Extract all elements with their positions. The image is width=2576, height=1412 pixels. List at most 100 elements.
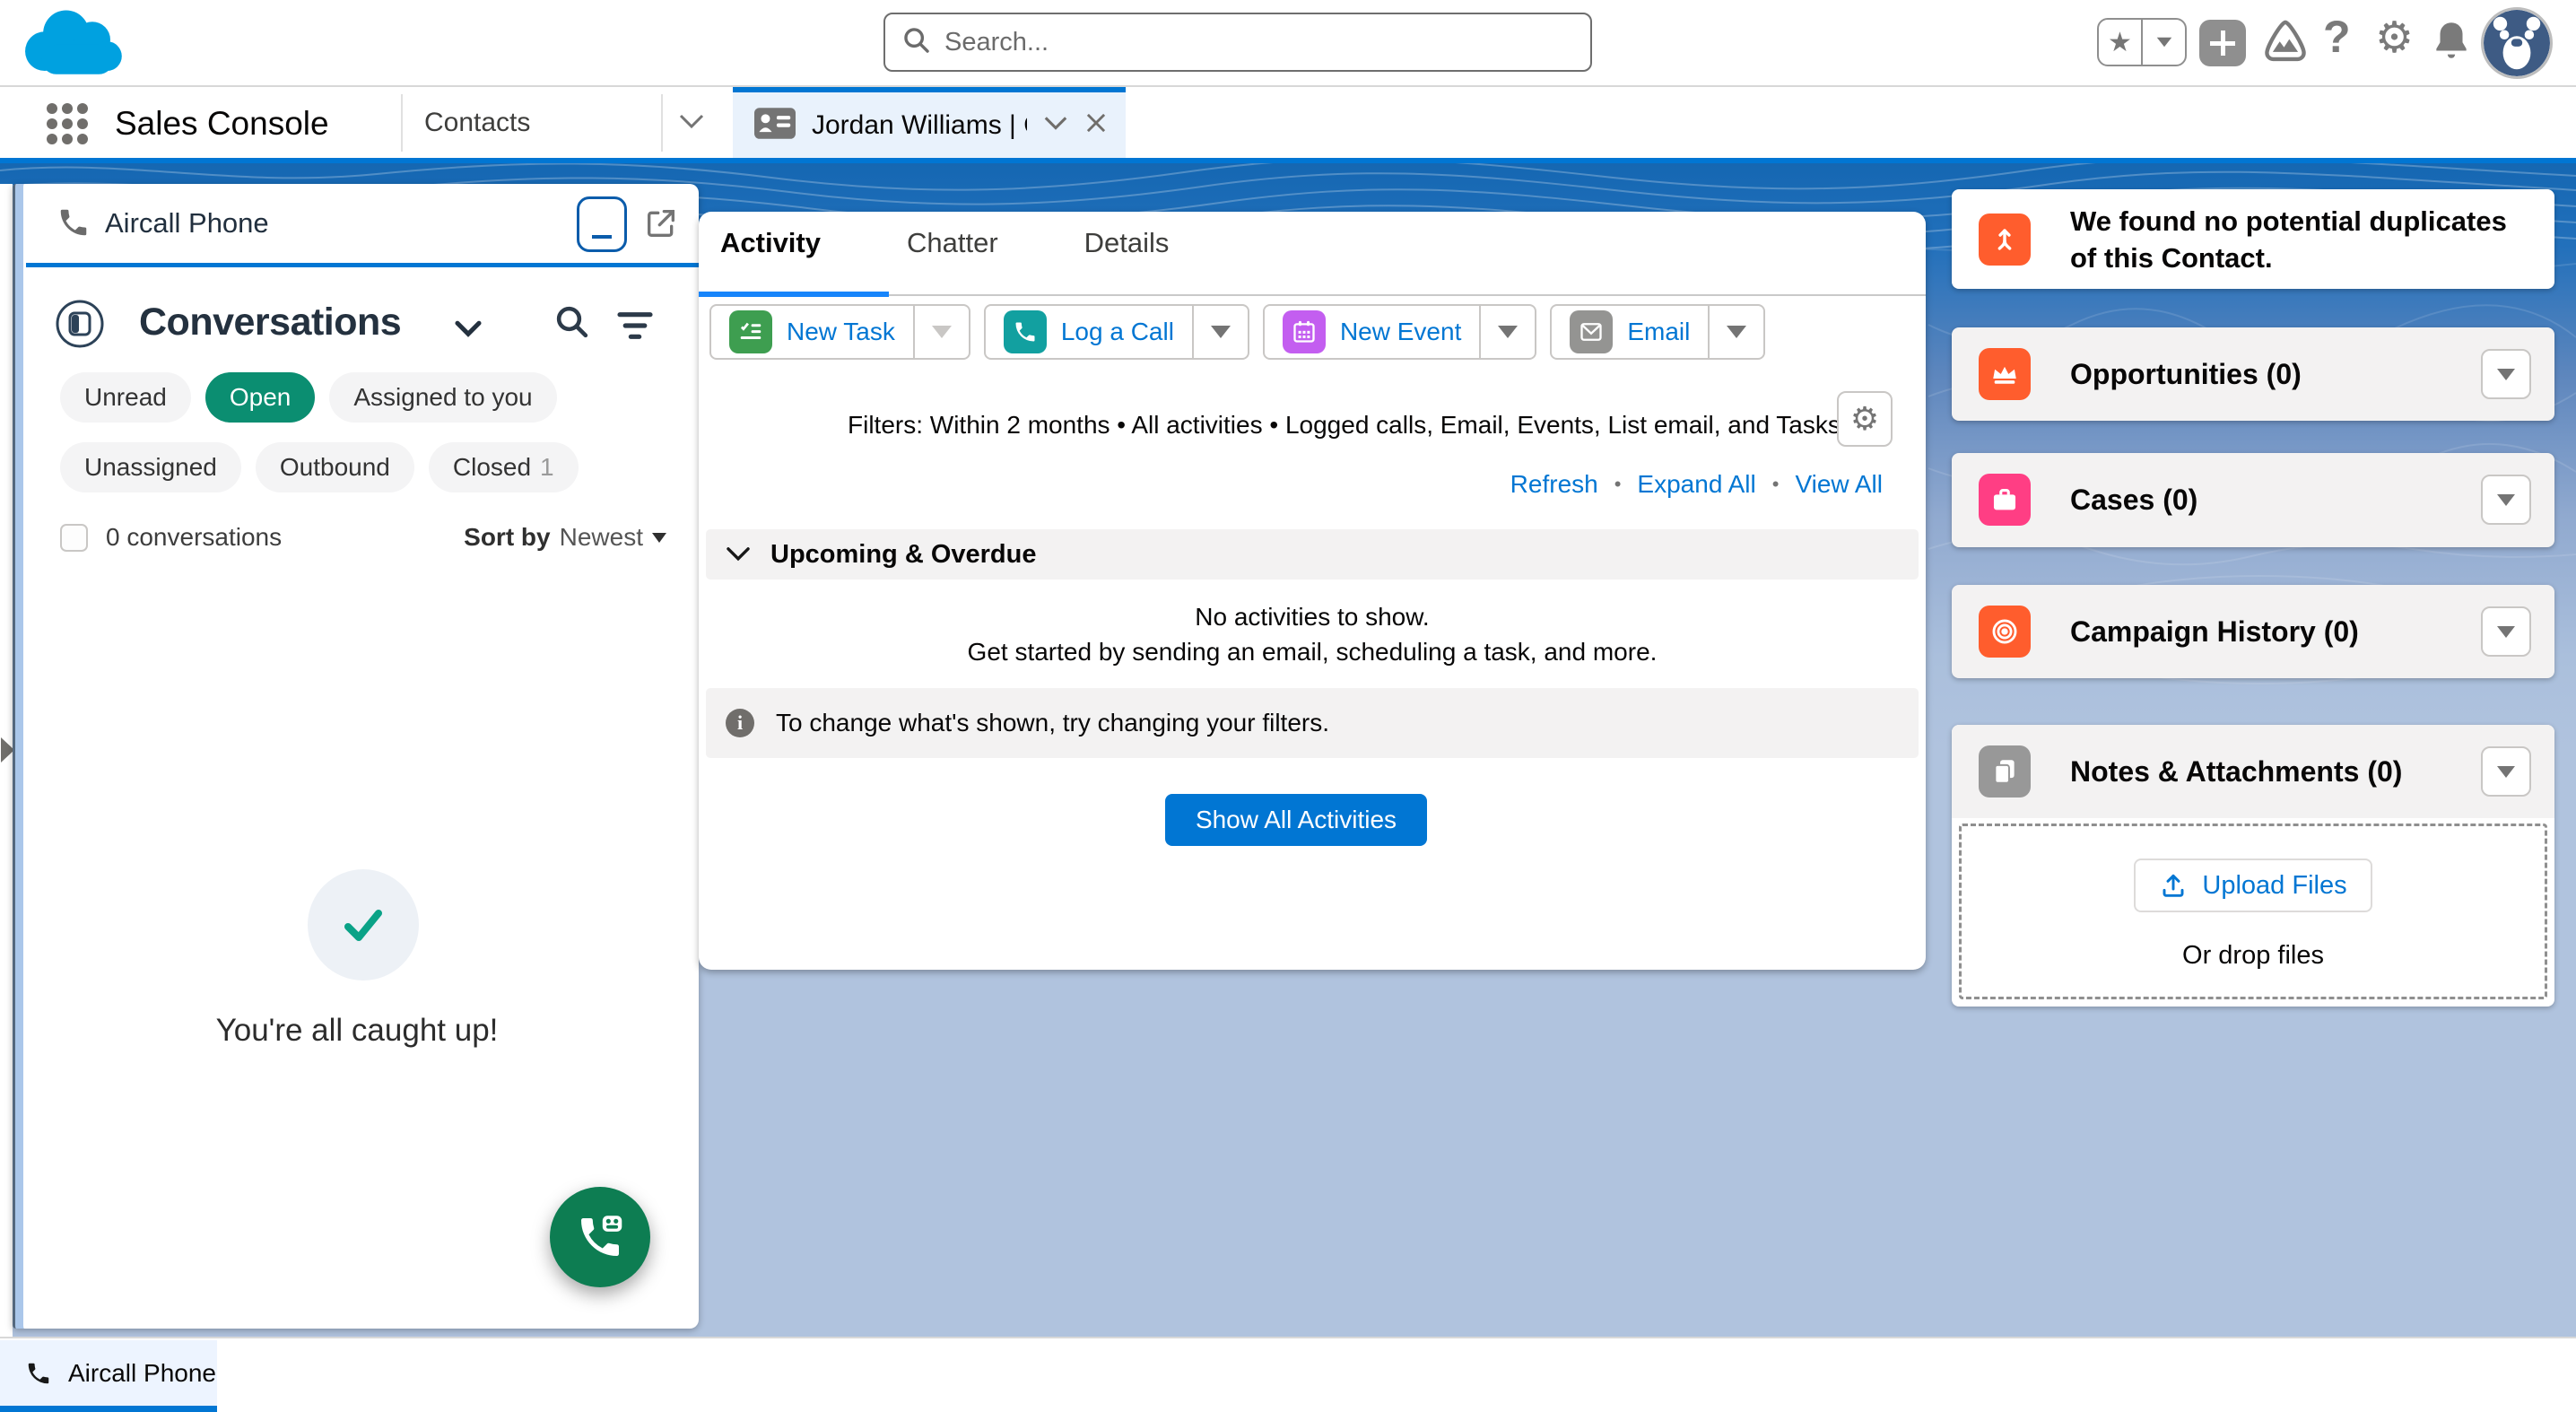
opportunities-dropdown-button[interactable] [2481,349,2531,399]
phone-icon [25,1360,52,1387]
tab-chevron-icon[interactable] [1043,115,1068,135]
conversation-search-icon[interactable] [553,303,591,345]
global-search[interactable] [883,13,1592,72]
conversation-list-meta: 0 conversations Sort by Newest [60,519,666,555]
empty-state-line1: No activities to show. [699,603,1926,632]
card-title[interactable]: Notes & Attachments (0) [2070,755,2402,789]
conversation-filter-icon[interactable] [614,308,656,348]
favorites-caret-icon[interactable] [2143,20,2185,65]
record-tabs: Activity Chatter Details [720,227,1169,259]
empty-state-line2: Get started by sending an email, schedul… [699,638,1926,667]
chip-closed[interactable]: Closed1 [429,442,579,492]
new-event-button-group: New Event [1263,304,1536,360]
campaign-history-card: Campaign History (0) [1952,585,2554,678]
contact-card-icon [754,108,796,144]
cases-dropdown-button[interactable] [2481,475,2531,525]
phone-icon [57,205,91,244]
card-title[interactable]: Cases (0) [2070,484,2197,517]
email-dropdown[interactable] [1710,304,1765,360]
tab-chatter[interactable]: Chatter [907,227,998,259]
tab-close-icon[interactable] [1084,111,1108,139]
app-launcher-icon[interactable] [47,103,88,144]
notes-pages-icon [1979,745,2031,798]
nav-tab-contacts[interactable]: Contacts [402,87,661,158]
popout-icon[interactable] [643,205,679,246]
expand-all-link[interactable]: Expand All [1637,470,1755,499]
conversation-filter-chips: Unread Open Assigned to you Unassigned O… [60,372,580,492]
new-call-fab[interactable] [550,1187,650,1287]
activity-filters-summary: Filters: Within 2 months • All activitie… [848,411,1841,440]
info-icon: i [726,709,754,737]
notifications-bell-icon[interactable] [2429,18,2474,67]
chip-assigned-to-you[interactable]: Assigned to you [329,372,556,423]
favorites-button[interactable]: ★ [2097,18,2187,66]
notes-dropdown-button[interactable] [2481,746,2531,797]
duplicates-message: We found no potential duplicates of this… [2070,203,2531,276]
card-title[interactable]: Campaign History (0) [2070,615,2359,649]
record-main-panel: Activity Chatter Details New Task [699,212,1926,970]
show-all-activities-button[interactable]: Show All Activities [1165,794,1427,846]
upcoming-overdue-section-header[interactable]: Upcoming & Overdue [706,529,1919,580]
activity-filter-gear-button[interactable]: ⚙ [1837,391,1893,447]
global-add-button[interactable] [2199,20,2246,66]
card-title[interactable]: Opportunities (0) [2070,358,2302,391]
sort-caret-icon [652,533,666,543]
help-icon[interactable]: ? [2323,11,2351,63]
duplicates-card: We found no potential duplicates of this… [1952,189,2554,289]
campaign-bullseye-icon [1979,606,2031,658]
salesforce-logo-icon [20,5,126,85]
new-task-dropdown[interactable] [915,304,970,360]
app-name: Sales Console [115,105,329,143]
file-dropzone[interactable]: Upload Files Or drop files [1959,824,2547,999]
select-all-checkbox[interactable] [60,524,88,552]
new-event-dropdown[interactable] [1481,304,1536,360]
filters-info-bar: i To change what's shown, try changing y… [706,688,1919,758]
refresh-link[interactable]: Refresh [1510,470,1598,499]
log-a-call-dropdown[interactable] [1194,304,1249,360]
view-all-link[interactable]: View All [1795,470,1883,499]
chip-open[interactable]: Open [205,372,316,423]
search-input[interactable] [944,28,1519,57]
email-envelope-icon [1570,310,1613,353]
caught-up-text: You're all caught up! [15,1013,699,1049]
aircall-panel: Aircall Phone Conversations Unread Open … [13,184,699,1329]
active-tab-underline [699,292,889,297]
call-icon [1004,310,1047,353]
email-button[interactable]: Email [1550,304,1710,360]
minimize-button[interactable] [577,196,627,252]
tab-activity[interactable]: Activity [720,227,821,259]
check-icon [335,897,391,953]
activity-action-buttons: New Task Log a Call New Even [709,304,1765,360]
opportunity-crown-icon [1979,348,2031,400]
section-chevron-icon [726,546,751,562]
sort-control[interactable]: Sort by Newest [464,523,666,552]
setup-gear-icon[interactable]: ⚙ [2375,13,2414,63]
dialpad-phone-icon [575,1212,625,1262]
campaign-history-dropdown-button[interactable] [2481,606,2531,657]
chip-unassigned[interactable]: Unassigned [60,442,241,492]
drop-files-label: Or drop files [1962,941,2545,971]
tab-list-chevron-icon[interactable] [678,112,705,135]
active-tab-label: Jordan Williams | C... [812,110,1027,141]
activity-links: Refresh • Expand All • View All [1510,470,1883,499]
new-event-button[interactable]: New Event [1263,304,1481,360]
opportunities-card: Opportunities (0) [1952,327,2554,421]
caught-up-badge [308,869,419,981]
favorites-star-icon[interactable]: ★ [2099,20,2143,65]
user-avatar[interactable] [2481,7,2553,79]
utility-aircall-phone-tab[interactable]: Aircall Phone [0,1340,217,1412]
upload-files-button[interactable]: Upload Files [2134,859,2372,912]
trailhead-icon[interactable] [2262,18,2309,69]
tab-details[interactable]: Details [1084,227,1170,259]
notes-attachments-card: Notes & Attachments (0) Upload Files Or … [1952,725,2554,1007]
conversations-layout-icon[interactable] [55,299,105,353]
chip-outbound[interactable]: Outbound [256,442,414,492]
minimize-icon [592,235,612,239]
cases-card: Cases (0) [1952,453,2554,547]
chevron-down-icon[interactable] [455,320,482,343]
log-a-call-button[interactable]: Log a Call [984,304,1194,360]
search-icon [901,25,932,60]
chip-unread[interactable]: Unread [60,372,191,423]
new-task-button[interactable]: New Task [709,304,915,360]
nav-tab-jordan-williams[interactable]: Jordan Williams | C... [733,87,1126,158]
